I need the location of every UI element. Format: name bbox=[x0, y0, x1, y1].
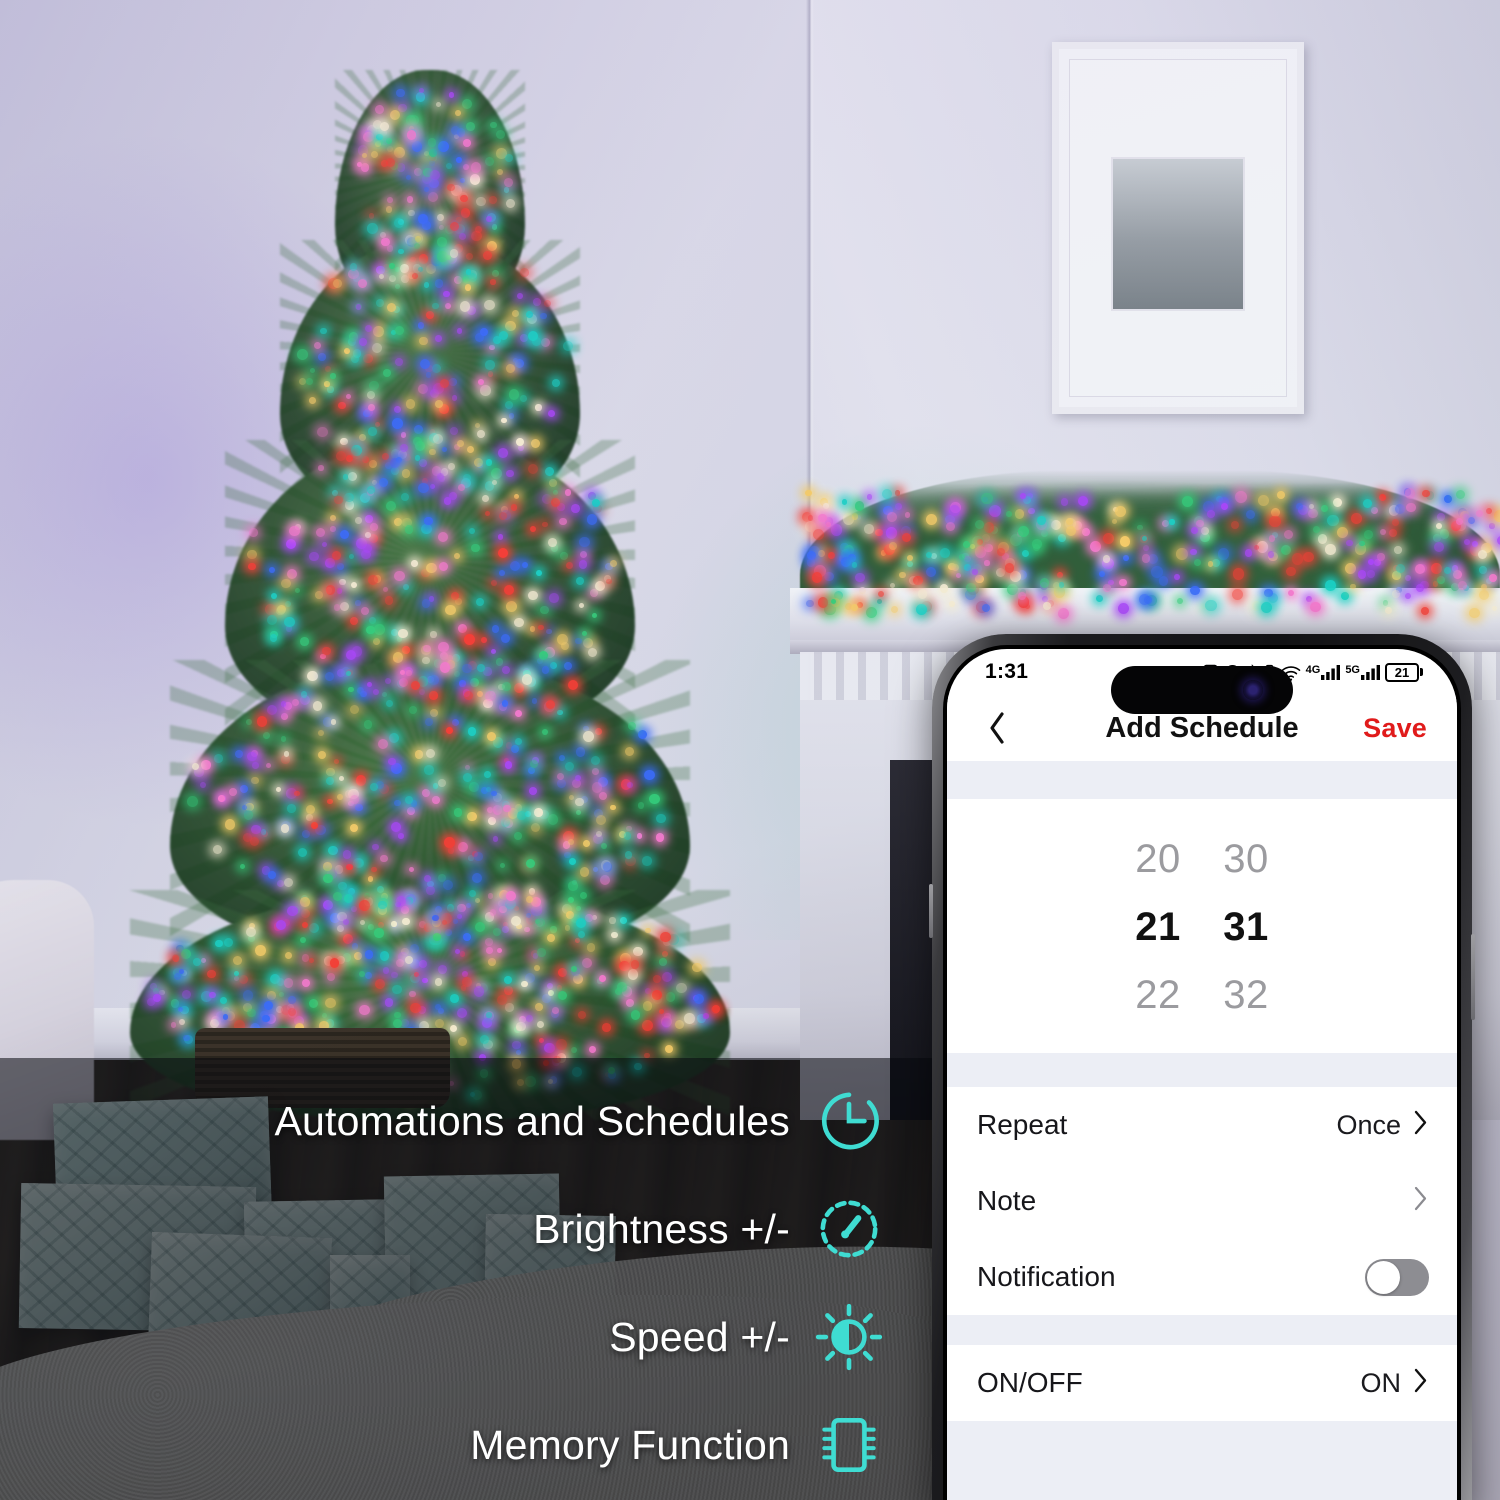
feature-item-brightness: Brightness +/- bbox=[0, 1192, 912, 1266]
status-time: 1:31 bbox=[985, 660, 1029, 683]
signal-4g-icon: 4G bbox=[1306, 663, 1342, 681]
picker-hour-selected[interactable]: 21 bbox=[1129, 905, 1187, 950]
feature-list: Automations and Schedules Brightness +/-… bbox=[0, 1058, 940, 1500]
row-label-repeat: Repeat bbox=[977, 1109, 1068, 1140]
section-divider-mid bbox=[947, 1053, 1457, 1087]
front-camera bbox=[1243, 680, 1263, 700]
memory-chip-icon bbox=[812, 1408, 886, 1482]
dynamic-island bbox=[1111, 666, 1293, 714]
section-divider-top bbox=[947, 761, 1457, 799]
time-picker[interactable]: 20 30 21 31 22 32 bbox=[947, 799, 1457, 1053]
framed-picture bbox=[1052, 42, 1304, 414]
picker-hour-above[interactable]: 20 bbox=[1129, 837, 1187, 882]
section-divider-bottom bbox=[947, 1421, 1457, 1500]
clock-icon bbox=[812, 1084, 886, 1158]
feature-label-brightness: Brightness +/- bbox=[533, 1205, 790, 1252]
battery-level-label: 21 bbox=[1394, 664, 1410, 680]
row-value-onoff: ON bbox=[1360, 1367, 1402, 1398]
picker-minute-selected[interactable]: 31 bbox=[1217, 905, 1275, 950]
toggle-knob bbox=[1367, 1260, 1400, 1294]
save-button[interactable]: Save bbox=[1363, 713, 1427, 744]
feature-label-memory: Memory Function bbox=[470, 1421, 790, 1468]
notification-toggle[interactable] bbox=[1365, 1258, 1429, 1296]
picker-row-selected[interactable]: 21 31 bbox=[947, 893, 1457, 961]
chevron-right-icon bbox=[1413, 1367, 1429, 1399]
row-onoff[interactable]: ON/OFF ON bbox=[947, 1345, 1457, 1421]
picture-photo bbox=[1111, 157, 1245, 311]
gauge-icon bbox=[812, 1192, 886, 1266]
feature-item-memory: Memory Function bbox=[0, 1408, 912, 1482]
row-label-note: Note bbox=[977, 1185, 1037, 1216]
row-value-repeat: Once bbox=[1336, 1109, 1401, 1140]
row-note[interactable]: Note bbox=[947, 1163, 1457, 1239]
christmas-tree bbox=[110, 60, 750, 1120]
picker-row-above[interactable]: 20 30 bbox=[947, 825, 1457, 893]
settings-list: Repeat Once Note Notification bbox=[947, 1087, 1457, 1315]
row-label-onoff: ON/OFF bbox=[977, 1367, 1083, 1398]
chevron-right-icon bbox=[1413, 1185, 1429, 1217]
feature-item-automations: Automations and Schedules bbox=[0, 1084, 912, 1158]
section-divider-lower bbox=[947, 1315, 1457, 1345]
volume-button[interactable] bbox=[929, 884, 933, 938]
power-button[interactable] bbox=[1471, 934, 1475, 1020]
smartphone-mockup: 1:31 4G 5G 21 Add Schedule Save 20 30 21… bbox=[929, 634, 1475, 1500]
chevron-right-icon bbox=[1413, 1109, 1429, 1141]
battery-icon: 21 bbox=[1385, 662, 1423, 682]
row-label-notification: Notification bbox=[977, 1261, 1116, 1292]
phone-screen: 1:31 4G 5G 21 Add Schedule Save 20 30 21… bbox=[947, 649, 1457, 1500]
status-bar: 1:31 4G 5G 21 bbox=[947, 649, 1457, 714]
signal-5g-icon: 5G bbox=[1345, 663, 1381, 681]
back-button[interactable] bbox=[977, 709, 1017, 747]
feature-label-speed: Speed +/- bbox=[609, 1313, 790, 1360]
feature-item-speed: Speed +/- bbox=[0, 1300, 912, 1374]
feature-label-automations: Automations and Schedules bbox=[274, 1097, 790, 1144]
onoff-section: ON/OFF ON bbox=[947, 1345, 1457, 1421]
picker-row-below[interactable]: 22 32 bbox=[947, 961, 1457, 1029]
picker-minute-below[interactable]: 32 bbox=[1217, 973, 1275, 1018]
picker-hour-below[interactable]: 22 bbox=[1129, 973, 1187, 1018]
picker-minute-above[interactable]: 30 bbox=[1217, 837, 1275, 882]
brightness-sun-icon bbox=[812, 1300, 886, 1374]
screenshot-root: Automations and Schedules Brightness +/-… bbox=[0, 0, 1500, 1500]
row-notification[interactable]: Notification bbox=[947, 1239, 1457, 1315]
row-repeat[interactable]: Repeat Once bbox=[947, 1087, 1457, 1163]
